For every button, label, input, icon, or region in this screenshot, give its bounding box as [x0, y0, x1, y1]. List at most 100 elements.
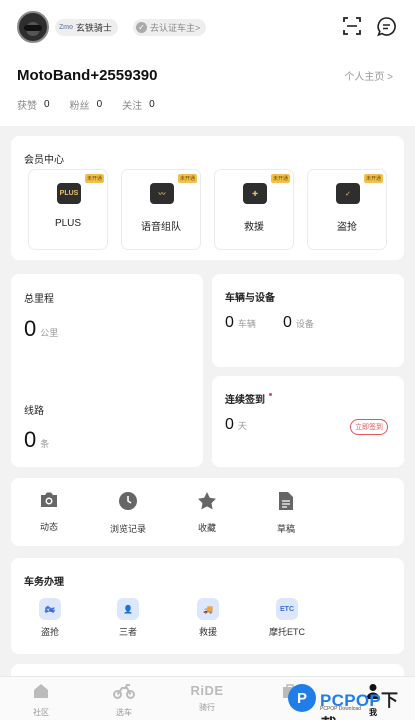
checkin-card[interactable]: 连续签到 0天 立即签到: [212, 376, 404, 467]
star-icon: [198, 492, 216, 510]
tab-choose-bike[interactable]: 选车: [99, 683, 149, 718]
service-third-party[interactable]: 👤 三者: [92, 598, 164, 638]
vehicle-count: 0: [225, 314, 234, 331]
quick-action-posts[interactable]: 动态: [19, 491, 79, 533]
vehicle-services-card: 车务办理 🏍 盗抢 👤 三者 🚚 救援 ETC 摩托ETC: [11, 558, 404, 654]
pcpop-watermark: P PCPOP下载 PCPOP Download: [288, 682, 413, 720]
device-unit: 设备: [295, 319, 314, 329]
message-icon[interactable]: [376, 16, 397, 37]
quick-action-label: 动态: [39, 522, 58, 532]
membership-card: 会员中心 未开通 PLUS PLUS 未开通 〰 语音组队 未开通 ✚ 救援 未…: [11, 136, 404, 260]
draft-icon: [279, 492, 293, 510]
quick-action-history[interactable]: 浏览记录: [98, 491, 158, 535]
routes-title: 线路: [24, 406, 44, 417]
vip-item-theft[interactable]: 未开通 ✓ 盗抢: [307, 169, 387, 250]
etc-icon: ETC: [276, 598, 298, 620]
not-activated-tag: 未开通: [84, 174, 104, 183]
service-theft[interactable]: 🏍 盗抢: [14, 598, 86, 638]
verify-owner-label: 去认证车主>: [150, 23, 201, 33]
quick-action-label: 浏览记录: [109, 524, 146, 534]
avatar[interactable]: [17, 11, 49, 43]
level-badge[interactable]: Zmo 玄铁骑士: [55, 19, 118, 36]
service-label: 救援: [198, 627, 217, 637]
quick-action-label: 草稿: [276, 524, 295, 534]
vip-item-label: 救援: [244, 222, 264, 233]
checkin-title: 连续签到: [225, 395, 265, 406]
rescue-icon: ✚: [243, 183, 267, 204]
third-party-icon: 👤: [117, 598, 139, 620]
service-etc[interactable]: ETC 摩托ETC: [251, 598, 323, 638]
vehicles-devices-title: 车辆与设备: [225, 293, 275, 304]
profile-header: Zmo 玄铁骑士 ✓ 去认证车主> MotoBand+2559390 个人主页 …: [0, 0, 415, 126]
following-count: 0: [149, 99, 155, 110]
tab-community[interactable]: 社区: [16, 683, 66, 718]
check-icon: ✓: [136, 22, 147, 33]
following-label: 关注: [122, 101, 143, 112]
mileage-title: 总里程: [24, 294, 54, 305]
quick-action-drafts[interactable]: 草稿: [256, 491, 316, 535]
quick-action-favorites[interactable]: 收藏: [177, 491, 237, 534]
vehicle-count-row: 0 车辆: [225, 314, 256, 332]
vip-item-label: PLUS: [54, 218, 82, 229]
mileage-value: 0: [24, 316, 37, 341]
vip-item-voice-team[interactable]: 未开通 〰 语音组队: [121, 169, 201, 250]
likes-stat[interactable]: 获赞 0: [17, 97, 50, 112]
theft-icon: 🏍: [39, 598, 61, 620]
device-count: 0: [283, 314, 292, 331]
level-badge-label: 玄铁骑士: [75, 23, 112, 33]
likes-label: 获赞: [17, 101, 37, 112]
tab-label: 社区: [33, 708, 49, 717]
scan-icon[interactable]: [342, 16, 362, 36]
plus-icon: PLUS: [57, 183, 81, 204]
level-icon: Zmo: [59, 24, 73, 31]
likes-count: 0: [44, 99, 50, 110]
profile-stats: 获赞 0 粉丝 0 关注 0: [17, 97, 155, 112]
vehicle-services-title: 车务办理: [24, 577, 64, 588]
username: MotoBand+2559390: [17, 67, 158, 84]
mileage-unit: 公里: [40, 328, 59, 338]
watermark-subtitle: PCPOP Download: [320, 706, 362, 712]
routes-value: 0: [24, 427, 37, 452]
vip-item-label: 语音组队: [141, 222, 181, 233]
vip-item-label: 盗抢: [337, 222, 357, 233]
followers-stat[interactable]: 粉丝 0: [70, 97, 103, 112]
device-count-row: 0 设备: [283, 314, 314, 332]
checkin-now-button[interactable]: 立即签到: [350, 419, 388, 435]
verify-owner-badge[interactable]: ✓ 去认证车主>: [133, 19, 207, 36]
pcpop-logo-icon: P: [288, 684, 316, 712]
motorcycle-icon: [113, 684, 135, 699]
checkin-days: 0: [225, 416, 234, 433]
following-stat[interactable]: 关注 0: [122, 97, 155, 112]
profile-page-link[interactable]: 个人主页 >: [344, 68, 393, 83]
membership-title: 会员中心: [24, 155, 64, 166]
tab-ride[interactable]: RiDE 骑行: [182, 683, 232, 713]
quick-action-label: 收藏: [197, 523, 216, 533]
service-rescue[interactable]: 🚚 救援: [172, 598, 244, 638]
service-label: 摩托ETC: [268, 627, 305, 637]
checkin-unit: 天: [237, 421, 247, 431]
routes-unit: 条: [40, 439, 50, 449]
watermark-brand: PCPOP下载: [320, 686, 413, 720]
checkin-title-row: 连续签到: [225, 391, 272, 406]
routes-value-row: 0条: [24, 427, 49, 453]
home-icon: [34, 684, 48, 698]
tow-truck-icon: 🚚: [197, 598, 219, 620]
vehicles-devices-card[interactable]: 车辆与设备 0 车辆 0 设备: [212, 274, 404, 367]
tab-label: 选车: [116, 708, 132, 717]
mileage-card[interactable]: 总里程 0 公里 线路 0条: [11, 274, 203, 467]
service-label: 三者: [118, 627, 137, 637]
vehicle-unit: 车辆: [237, 319, 256, 329]
vip-item-rescue[interactable]: 未开通 ✚ 救援: [214, 169, 294, 250]
tab-label: 骑行: [199, 703, 215, 712]
service-label: 盗抢: [40, 627, 59, 637]
ride-icon: RiDE: [190, 683, 224, 698]
checkin-value-row: 0天: [225, 416, 247, 434]
mileage-value-row: 0 公里: [24, 316, 58, 342]
not-activated-tag: 未开通: [177, 174, 197, 183]
followers-count: 0: [96, 99, 103, 110]
vip-item-plus[interactable]: 未开通 PLUS PLUS: [28, 169, 108, 250]
not-activated-tag: 未开通: [363, 174, 383, 183]
followers-label: 粉丝: [69, 101, 90, 112]
camera-icon: [41, 492, 57, 507]
quick-actions-card: 动态 浏览记录 收藏 草稿: [11, 478, 404, 546]
